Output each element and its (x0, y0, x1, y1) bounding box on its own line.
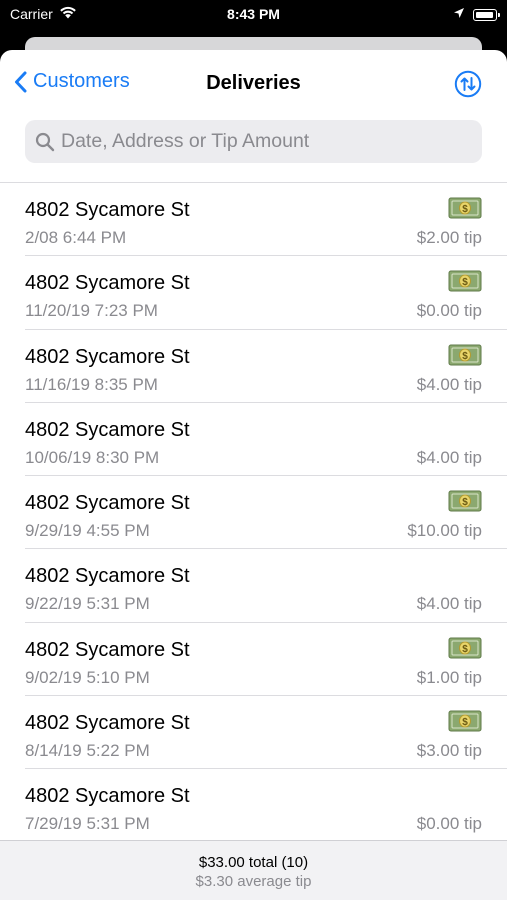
delivery-address: 4802 Sycamore St (25, 272, 190, 295)
delivery-tip: $4.00 tip (416, 374, 482, 394)
svg-text:$: $ (462, 277, 468, 288)
svg-text:$: $ (462, 204, 468, 215)
delivery-date: 2/08 6:44 PM (25, 228, 127, 247)
dollar-bill-icon: $ (448, 197, 482, 219)
delivery-tip: $0.00 tip (416, 814, 482, 834)
status-right (453, 6, 500, 24)
delivery-address: 4802 Sycamore St (25, 418, 190, 441)
delivery-tip: $0.00 tip (416, 301, 482, 321)
dollar-bill-icon: $ (448, 270, 482, 292)
delivery-address: 4802 Sycamore St (25, 638, 190, 661)
delivery-row[interactable]: 4802 Sycamore St 11/20/19 7:23 PM $0.00 ti… (25, 256, 507, 330)
delivery-tip: $1.00 tip (416, 667, 482, 687)
delivery-row[interactable]: 4802 Sycamore St 8/14/19 5:22 PM $3.00 tip… (25, 696, 507, 770)
svg-text:$: $ (462, 717, 468, 728)
delivery-row[interactable]: 4802 Sycamore St 9/29/19 4:55 PM $10.00 ti… (25, 476, 507, 550)
footer-average: $3.30 average tip (195, 873, 312, 890)
delivery-date: 9/22/19 5:31 PM (25, 594, 150, 614)
delivery-row[interactable]: 4802 Sycamore St 10/06/19 8:30 PM $4.00 ti… (25, 403, 507, 477)
delivery-row[interactable]: 4802 Sycamore St 9/22/19 5:31 PM $4.00 tip (25, 549, 507, 623)
delivery-date: 11/20/19 7:23 PM (25, 301, 158, 321)
location-arrow-icon (453, 6, 465, 24)
delivery-tip: $4.00 tip (416, 594, 482, 614)
battery-icon (473, 9, 500, 21)
delivery-row[interactable]: 4802 Sycamore St 9/02/19 5:10 PM $1.00 tip… (25, 623, 507, 697)
delivery-address: 4802 Sycamore St (25, 712, 190, 735)
delivery-date: 11/16/19 8:35 PM (25, 374, 158, 394)
delivery-date: 9/02/19 5:10 PM (25, 667, 150, 687)
delivery-date: 7/29/19 5:31 PM (25, 814, 150, 834)
delivery-row[interactable]: 4802 Sycamore St 7/29/19 5:31 PM $0.00 tip (25, 769, 507, 842)
delivery-date: 9/29/19 4:55 PM (25, 521, 150, 541)
delivery-row[interactable]: 4802 Sycamore St 2/08 6:44 PM $2.00 tip $ (25, 183, 507, 257)
delivery-address: 4802 Sycamore St (25, 492, 190, 515)
deliveries-sheet: Customers Deliveries 4802 Sycamore St 2/0… (0, 50, 507, 900)
delivery-list: 4802 Sycamore St 2/08 6:44 PM $2.00 tip $48… (0, 182, 507, 843)
sort-arrows-icon (454, 70, 482, 98)
dollar-bill-icon: $ (448, 637, 482, 659)
summary-footer: $33.00 total (10) $3.30 average tip (0, 840, 507, 900)
status-bar: Carrier 8:43 PM (0, 0, 507, 30)
svg-text:$: $ (462, 644, 468, 655)
search-bar (25, 120, 482, 163)
delivery-date: 10/06/19 8:30 PM (25, 447, 160, 467)
page-title: Deliveries (206, 72, 301, 94)
delivery-date: 8/14/19 5:22 PM (25, 741, 150, 761)
dollar-bill-icon: $ (448, 710, 482, 732)
search-icon (35, 132, 55, 151)
delivery-address: 4802 Sycamore St (25, 565, 190, 588)
dollar-bill-icon: $ (448, 344, 482, 366)
delivery-tip: $2.00 tip (416, 228, 482, 247)
sort-button[interactable] (454, 70, 482, 98)
delivery-address: 4802 Sycamore St (25, 345, 190, 368)
delivery-tip: $3.00 tip (416, 741, 482, 761)
navigation-bar: Customers Deliveries (0, 50, 507, 118)
delivery-row[interactable]: 4802 Sycamore St 11/16/19 8:35 PM $4.00 ti… (25, 330, 507, 403)
delivery-address: 4802 Sycamore St (25, 199, 190, 221)
dollar-bill-icon: $ (448, 490, 482, 512)
svg-text:$: $ (462, 351, 468, 362)
search-input[interactable] (61, 130, 461, 153)
delivery-tip: $10.00 tip (407, 521, 482, 541)
svg-text:$: $ (462, 497, 468, 508)
delivery-address: 4802 Sycamore St (25, 785, 190, 808)
footer-total: $33.00 total (10) (198, 854, 309, 871)
status-time: 8:43 PM (227, 6, 280, 22)
delivery-tip: $4.00 tip (416, 447, 482, 467)
